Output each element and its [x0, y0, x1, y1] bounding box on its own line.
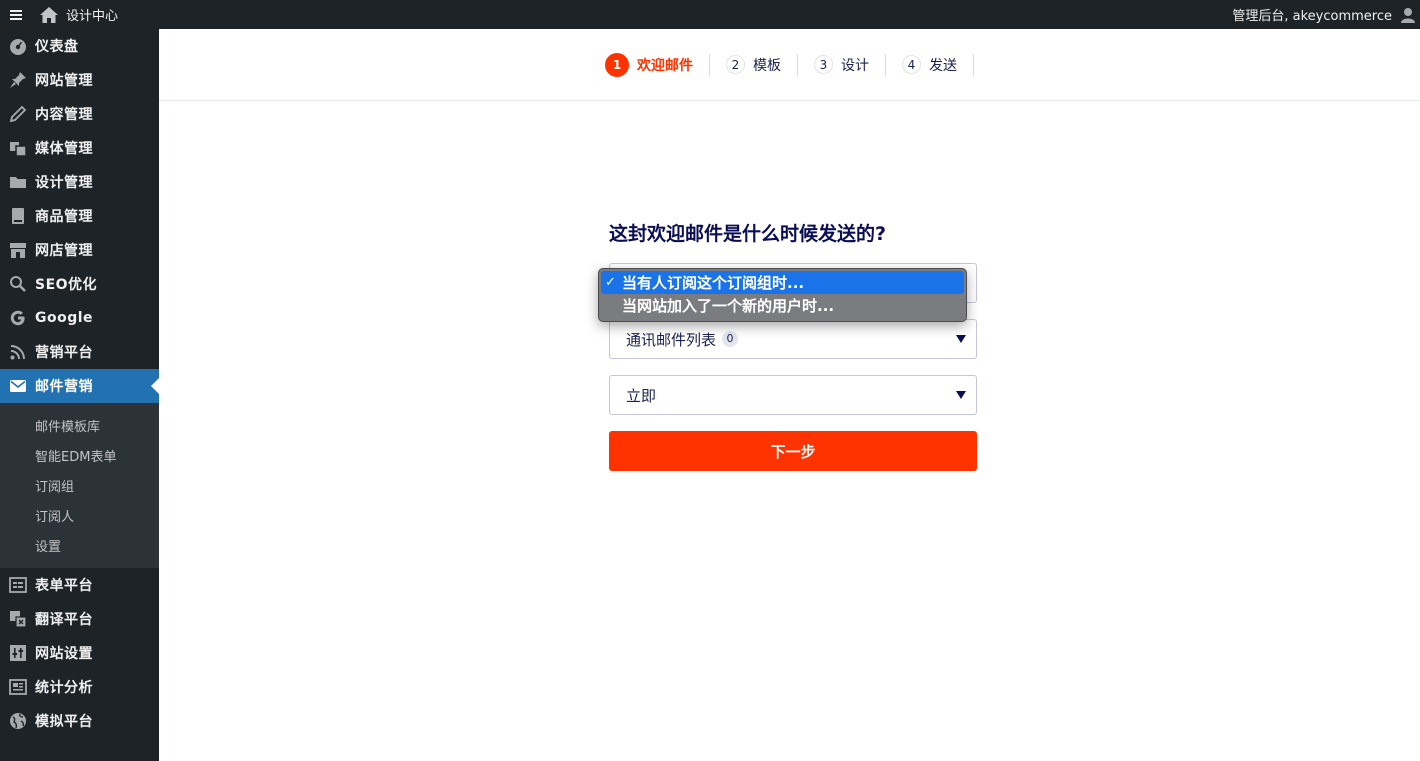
- option-label: 当网站加入了一个新的用户时...: [622, 297, 835, 315]
- sidebar-item-label: 统计分析: [35, 680, 93, 696]
- user-greeting: 管理后台, akeycommerce: [1232, 9, 1392, 24]
- rss-icon: [0, 343, 35, 361]
- admin-sidebar: 仪表盘 网站管理 内容管理 媒体管理 设计管理 商品管理 网店管理 SEO优化 …: [0, 29, 159, 761]
- media-icon: [0, 139, 35, 157]
- site-home-link[interactable]: 设计中心: [40, 5, 118, 24]
- list-select[interactable]: 通讯邮件列表 0: [609, 319, 977, 359]
- sidebar-item-label: 网站管理: [35, 73, 93, 89]
- user-avatar-icon: [1401, 7, 1415, 23]
- home-icon: [40, 6, 58, 23]
- sidebar-item-media[interactable]: 媒体管理: [0, 131, 159, 165]
- submenu-item-subscribers[interactable]: 订阅人: [0, 500, 159, 530]
- sidebar-item-label: 网站设置: [35, 646, 93, 662]
- search-icon: [0, 275, 35, 293]
- sidebar-item-marketing[interactable]: 营销平台: [0, 335, 159, 369]
- step-template[interactable]: 2 模板: [710, 53, 798, 76]
- timing-select[interactable]: 立即: [609, 375, 977, 415]
- list-count-badge: 0: [722, 331, 739, 347]
- pencil-icon: [0, 105, 35, 123]
- welcome-email-form: 这封欢迎邮件是什么时候发送的? 通讯邮件列表 0 立即 下一步: [609, 220, 977, 471]
- sidebar-item-label: 设计管理: [35, 175, 93, 191]
- submenu-item-edm-forms[interactable]: 智能EDM表单: [0, 440, 159, 470]
- sidebar-item-label: 邮件营销: [35, 379, 93, 395]
- globe-icon: [0, 712, 35, 730]
- site-name: 设计中心: [66, 9, 119, 24]
- sidebar-item-site[interactable]: 网站管理: [0, 63, 159, 97]
- sidebar-item-label: 内容管理: [35, 107, 93, 123]
- sidebar-item-label: SEO优化: [35, 277, 98, 293]
- sidebar-item-label: 营销平台: [35, 345, 93, 361]
- step-number: 4: [902, 55, 921, 74]
- step-send[interactable]: 4 发送: [886, 53, 974, 76]
- sidebar-item-label: 翻译平台: [35, 612, 93, 628]
- step-label: 设计: [841, 57, 869, 74]
- step-welcome-email[interactable]: 1 欢迎邮件: [605, 52, 710, 77]
- trigger-option-new-user[interactable]: 当网站加入了一个新的用户时...: [601, 294, 964, 317]
- trigger-dropdown-menu: ✓ 当有人订阅这个订阅组时... 当网站加入了一个新的用户时...: [598, 268, 967, 322]
- translate-icon: [0, 610, 35, 628]
- sidebar-item-dashboard[interactable]: 仪表盘: [0, 29, 159, 63]
- folder-icon: [0, 173, 35, 191]
- submenu-item-templates[interactable]: 邮件模板库: [0, 410, 159, 440]
- sidebar-item-label: Google: [35, 310, 94, 326]
- sidebar-item-label: 媒体管理: [35, 141, 93, 157]
- sidebar-item-label: 网店管理: [35, 243, 93, 259]
- step-number: 3: [814, 55, 833, 74]
- dashboard-icon: [0, 37, 35, 55]
- chevron-down-icon: [956, 391, 966, 399]
- sidebar-item-forms[interactable]: 表单平台: [0, 568, 159, 602]
- stats-icon: [0, 678, 35, 696]
- step-label: 欢迎邮件: [637, 57, 693, 74]
- sidebar-item-simulate[interactable]: 模拟平台: [0, 704, 159, 738]
- sidebar-item-label: 商品管理: [35, 209, 93, 225]
- step-number: 2: [726, 55, 745, 74]
- step-number: 1: [605, 52, 629, 77]
- option-label: 当有人订阅这个订阅组时...: [622, 274, 805, 292]
- trigger-option-subscribe[interactable]: ✓ 当有人订阅这个订阅组时...: [601, 271, 964, 294]
- timing-select-value: 立即: [626, 386, 657, 405]
- mail-icon: [0, 377, 35, 395]
- sidebar-item-store[interactable]: 网店管理: [0, 233, 159, 267]
- sidebar-item-site-settings[interactable]: 网站设置: [0, 636, 159, 670]
- form-question: 这封欢迎邮件是什么时候发送的?: [609, 223, 887, 245]
- sidebar-item-label: 表单平台: [35, 578, 93, 594]
- sidebar-item-label: 仪表盘: [35, 39, 79, 55]
- sidebar-item-label: 模拟平台: [35, 714, 93, 730]
- store-icon: [0, 241, 35, 259]
- next-step-button[interactable]: 下一步: [609, 431, 977, 471]
- account-menu[interactable]: 管理后台, akeycommerce: [1232, 0, 1416, 29]
- sidebar-item-design[interactable]: 设计管理: [0, 165, 159, 199]
- step-label: 模板: [753, 57, 781, 74]
- checkmark-icon: ✓: [605, 275, 616, 290]
- list-select-value: 通讯邮件列表: [626, 330, 717, 349]
- submenu-item-groups[interactable]: 订阅组: [0, 470, 159, 500]
- settings-sliders-icon: [0, 644, 35, 662]
- email-marketing-submenu: 邮件模板库 智能EDM表单 订阅组 订阅人 设置: [0, 403, 159, 568]
- google-icon: [0, 309, 35, 327]
- sidebar-item-seo[interactable]: SEO优化: [0, 267, 159, 301]
- step-design[interactable]: 3 设计: [798, 53, 886, 76]
- form-icon: [0, 576, 35, 594]
- admin-bar: 设计中心 管理后台, akeycommerce: [0, 0, 1420, 29]
- sidebar-item-google[interactable]: Google: [0, 301, 159, 335]
- sidebar-item-email-marketing[interactable]: 邮件营销: [0, 369, 159, 403]
- sidebar-item-products[interactable]: 商品管理: [0, 199, 159, 233]
- sidebar-item-analytics[interactable]: 统计分析: [0, 670, 159, 704]
- wizard-steps: 1 欢迎邮件 2 模板 3 设计 4 发送: [159, 29, 1420, 101]
- submenu-item-settings[interactable]: 设置: [0, 530, 159, 560]
- chevron-down-icon: [956, 335, 966, 343]
- book-icon: [0, 207, 35, 225]
- step-label: 发送: [929, 57, 957, 74]
- pin-icon: [0, 71, 35, 89]
- sidebar-item-translate[interactable]: 翻译平台: [0, 602, 159, 636]
- menu-toggle-icon[interactable]: [0, 0, 32, 29]
- sidebar-item-content[interactable]: 内容管理: [0, 97, 159, 131]
